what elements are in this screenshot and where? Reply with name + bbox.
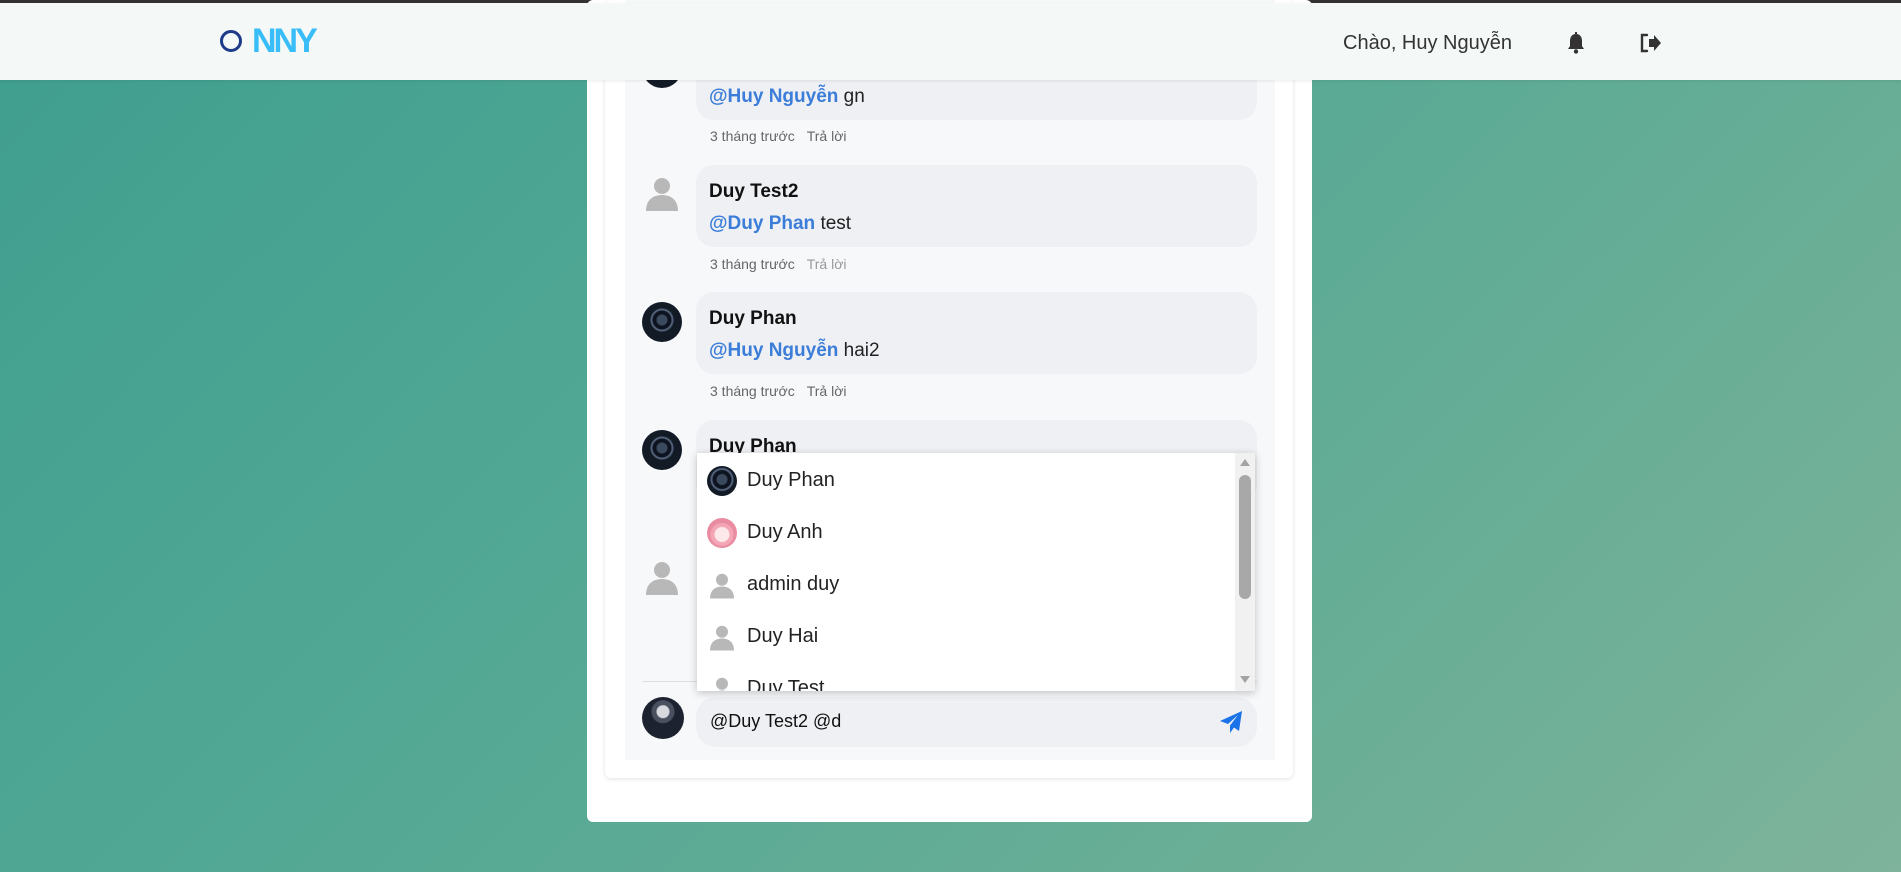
reply-button[interactable]: Trả lời [807,383,847,399]
logo-text: NNY [252,21,318,60]
default-user-icon [710,573,734,599]
mention-option[interactable]: Duy Anh [697,505,1235,557]
comment-author[interactable]: Duy Phan [709,308,797,330]
mention-dropdown[interactable]: Duy Phan Duy Anh admin duy Duy Hai Duy T… [697,453,1255,691]
scroll-down-arrow-icon[interactable] [1240,676,1250,683]
dropdown-scrollbar[interactable] [1235,453,1255,691]
top-navbar: NNY Chào, Huy Nguyễn [0,3,1901,80]
reply-button[interactable]: Trả lời [807,128,847,144]
comment-bubble: Duy Test2 @Duy Phan test [696,165,1257,247]
logo-circle [220,30,242,52]
avatar[interactable] [642,430,682,470]
comment-bubble: Duy Phan @Huy Nguyễn hai2 [696,292,1257,374]
avatar[interactable] [642,173,682,213]
comment-text: @Duy Phan test [709,213,851,235]
scroll-up-arrow-icon[interactable] [1240,459,1250,466]
reply-button[interactable]: Trả lời [807,256,847,272]
mention-option-name: Duy Phan [747,469,835,491]
comment-body: gn [843,86,865,107]
default-user-icon [646,178,678,211]
avatar [707,570,737,600]
comment-body: hai2 [843,340,880,361]
notifications-button[interactable] [1566,31,1586,55]
default-user-icon [716,677,728,691]
comment-input[interactable] [710,708,1190,734]
mention-option[interactable]: admin duy [697,557,1235,609]
mention-option-name: Duy Test [747,677,825,691]
avatar [707,518,737,548]
paper-plane-icon [1220,711,1242,733]
mention-link[interactable]: @Huy Nguyễn [709,86,838,107]
comment-meta: 3 tháng trước Trả lời [710,128,847,144]
logout-button[interactable] [1638,31,1662,55]
comment-text: @Huy Nguyễn hai2 [709,340,880,362]
mention-option-name: admin duy [747,573,840,595]
comment-time: 3 tháng trước [710,256,795,272]
sign-out-icon [1640,33,1661,53]
scrollbar-thumb[interactable] [1239,475,1251,599]
user-greeting: Chào, Huy Nguyễn [1343,32,1512,54]
comment-body: test [820,213,852,234]
comment-meta: 3 tháng trước Trả lời [710,383,847,399]
mention-option[interactable]: Duy Hai [697,609,1235,661]
comment-author[interactable]: Duy Test2 [709,181,798,203]
avatar [707,466,737,496]
logo[interactable]: NNY [220,22,318,60]
comment-input-box [696,697,1257,747]
avatar [707,622,737,652]
send-button[interactable] [1218,709,1244,735]
avatar[interactable] [642,302,682,342]
mention-option[interactable]: Duy Phan [697,453,1235,505]
comment-time: 3 tháng trước [710,128,795,144]
bell-icon [1568,32,1584,54]
comment-meta: 3 tháng trước Trả lời [710,256,847,272]
default-user-icon [646,562,678,595]
default-user-icon [710,625,734,651]
current-user-avatar [642,697,684,739]
mention-link[interactable]: @Duy Phan [709,213,815,234]
mention-option-name: Duy Anh [747,521,823,543]
mention-link[interactable]: @Huy Nguyễn [709,340,838,361]
avatar [707,674,737,691]
mention-option-name: Duy Hai [747,625,819,647]
mention-option[interactable]: Duy Test [697,661,1235,691]
avatar[interactable] [642,557,682,597]
comment-time: 3 tháng trước [710,383,795,399]
comment-text: @Huy Nguyễn gn [709,86,865,108]
